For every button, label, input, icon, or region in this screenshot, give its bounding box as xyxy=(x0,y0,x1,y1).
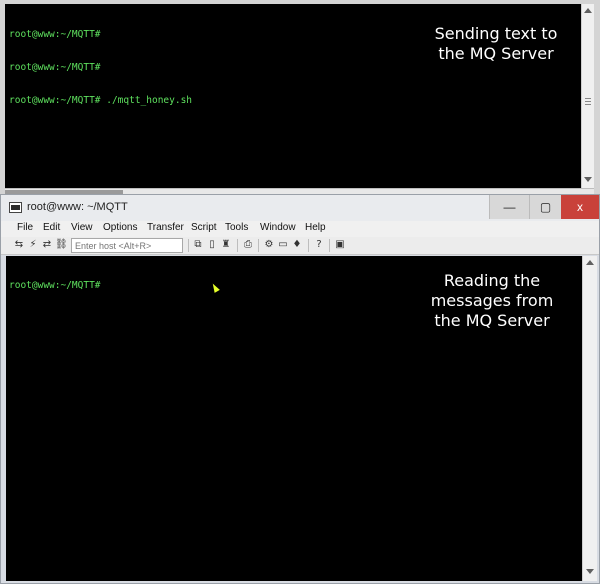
scroll-grip xyxy=(585,101,591,102)
keymap-icon[interactable]: ▭ xyxy=(277,239,289,251)
minimize-button[interactable]: — xyxy=(489,195,529,219)
menu-window[interactable]: Window xyxy=(260,222,296,233)
sending-caption: Sending text to the MQ Server xyxy=(434,24,558,63)
top-terminal-window: root@www:~/MQTT# root@www:~/MQTT# root@w… xyxy=(0,0,600,196)
bottom-terminal-window: root@www: ~/MQTT — ▢ x File Edit View Op… xyxy=(0,194,600,584)
toolbar-divider xyxy=(188,239,189,252)
menu-transfer[interactable]: Transfer xyxy=(147,222,184,233)
toolbar: ⇆ ⚡ ⇄ ⛓ ⧉ ▯ ♜ ⎙ ⚙ ▭ ♦ ? ▣ xyxy=(1,237,599,255)
menu-tools[interactable]: Tools xyxy=(225,222,248,233)
close-button[interactable]: x xyxy=(561,195,599,219)
scroll-up-arrow-icon[interactable] xyxy=(586,260,594,265)
connect-icon[interactable]: ⇆ xyxy=(13,239,25,251)
sftp-icon[interactable]: ♦ xyxy=(291,239,303,251)
paste-icon[interactable]: ▯ xyxy=(206,239,218,251)
reconnect-icon[interactable]: ⇄ xyxy=(41,239,53,251)
host-input[interactable] xyxy=(71,238,183,253)
top-vertical-scrollbar[interactable] xyxy=(581,4,594,188)
maximize-button[interactable]: ▢ xyxy=(529,195,561,219)
terminal-line: root@www:~/MQTT# xyxy=(9,62,101,73)
scroll-up-arrow-icon[interactable] xyxy=(584,8,592,13)
window-title: root@www: ~/MQTT xyxy=(27,201,128,213)
terminal-line: root@www:~/MQTT# xyxy=(9,280,101,291)
terminal-app-icon xyxy=(9,202,22,213)
find-icon[interactable]: ♜ xyxy=(220,239,232,251)
top-terminal-screen[interactable]: root@www:~/MQTT# root@www:~/MQTT# root@w… xyxy=(5,4,581,188)
menu-script[interactable]: Script xyxy=(191,222,217,233)
help-icon[interactable]: ? xyxy=(313,239,325,251)
title-bar[interactable]: root@www: ~/MQTT — ▢ x xyxy=(1,195,599,221)
menu-edit[interactable]: Edit xyxy=(43,222,60,233)
toolbar-divider xyxy=(308,239,309,252)
terminal-line: root@www:~/MQTT# xyxy=(9,29,101,40)
about-icon[interactable]: ▣ xyxy=(334,239,346,251)
menu-file[interactable]: File xyxy=(17,222,33,233)
menu-help[interactable]: Help xyxy=(305,222,326,233)
bottom-vertical-scrollbar[interactable] xyxy=(582,256,597,581)
toolbar-divider xyxy=(329,239,330,252)
session-options-icon[interactable]: ⚙ xyxy=(263,239,275,251)
scroll-grip xyxy=(585,98,591,99)
scroll-down-arrow-icon[interactable] xyxy=(586,569,594,574)
scroll-grip xyxy=(585,104,591,105)
menu-bar: File Edit View Options Transfer Script T… xyxy=(1,221,599,237)
scroll-down-arrow-icon[interactable] xyxy=(584,177,592,182)
menu-view[interactable]: View xyxy=(71,222,93,233)
toolbar-divider xyxy=(258,239,259,252)
menu-options[interactable]: Options xyxy=(103,222,137,233)
reading-caption: Reading the messages from the MQ Server xyxy=(430,271,554,330)
copy-icon[interactable]: ⧉ xyxy=(192,239,204,251)
quick-connect-icon[interactable]: ⚡ xyxy=(27,239,39,251)
terminal-line: root@www:~/MQTT# ./mqtt_honey.sh xyxy=(9,95,193,106)
toolbar-divider xyxy=(237,239,238,252)
bottom-terminal-screen[interactable]: root@www:~/MQTT# Reading the messages fr… xyxy=(6,256,582,581)
disconnect-icon[interactable]: ⛓ xyxy=(55,239,68,251)
print-icon[interactable]: ⎙ xyxy=(242,239,254,251)
